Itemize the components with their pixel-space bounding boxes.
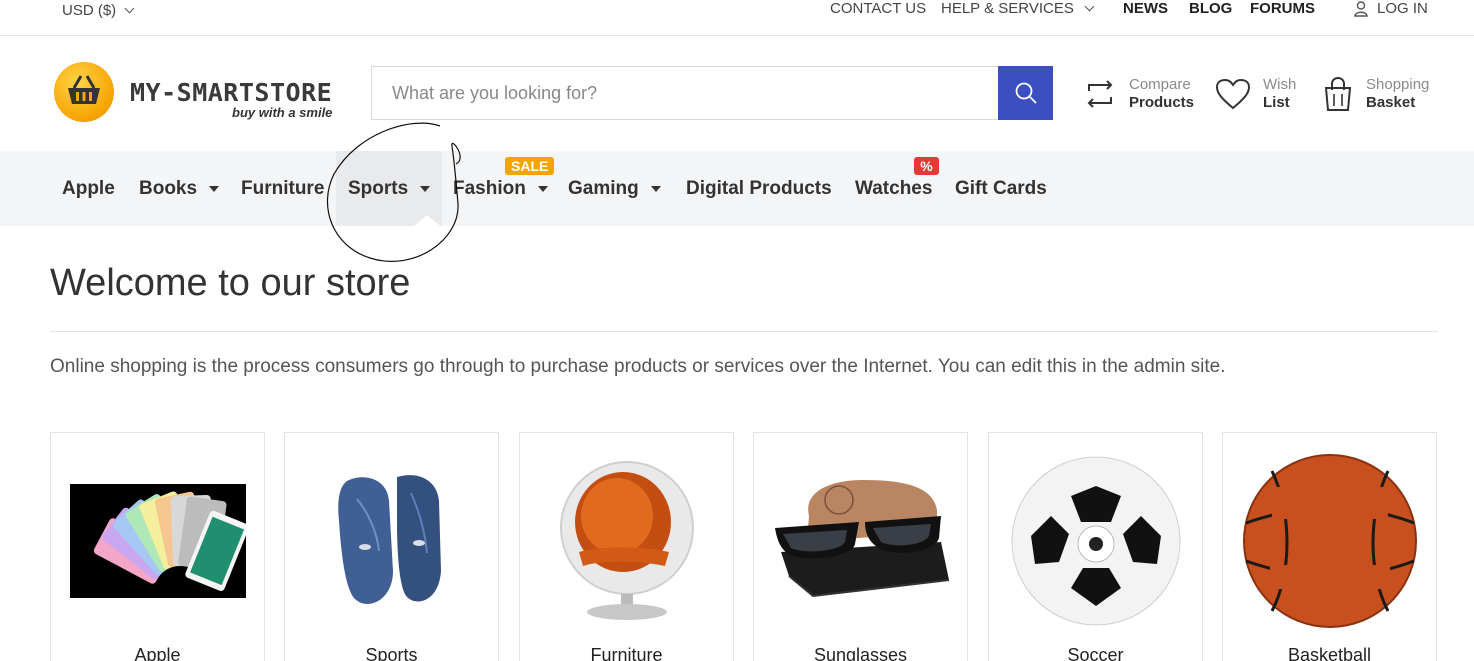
store-logo[interactable]: MY-SMARTSTORE buy with a smile — [54, 62, 354, 126]
help-services-label: HELP & SERVICES — [941, 0, 1074, 17]
search-input[interactable] — [372, 67, 999, 119]
compare-icon — [1087, 80, 1113, 108]
category-card-basketball[interactable]: Basketball — [1222, 432, 1437, 661]
logo-tagline: buy with a smile — [232, 105, 333, 120]
sneakers-image — [303, 453, 481, 628]
caret-down-icon — [650, 185, 661, 192]
search-bar — [371, 66, 1053, 120]
nav-item-gift-cards[interactable]: Gift Cards — [955, 151, 1047, 226]
wishlist-button[interactable]: Wish List — [1215, 74, 1296, 114]
intro-text: Online shopping is the process consumers… — [50, 356, 1226, 377]
category-card-furniture[interactable]: Furniture — [519, 432, 734, 661]
basketball-image — [1241, 453, 1419, 628]
nav-item-label: Gift Cards — [955, 177, 1047, 199]
wishlist-line2: List — [1263, 94, 1290, 111]
help-services-menu[interactable]: HELP & SERVICES — [941, 0, 1095, 17]
title-divider — [50, 331, 1438, 332]
chevron-down-icon — [124, 3, 135, 13]
category-label: Sports — [365, 645, 418, 661]
category-label: Sunglasses — [813, 645, 908, 661]
chevron-down-icon — [1084, 1, 1095, 12]
search-icon — [1015, 82, 1037, 104]
active-indicator — [414, 215, 440, 226]
login-label: LOG IN — [1377, 0, 1428, 17]
shopping-basket-button[interactable]: Shopping Basket — [1322, 74, 1429, 114]
basket-logo-icon — [54, 62, 114, 122]
soccer-ball-image — [1007, 453, 1185, 628]
nav-item-label: Fashion — [453, 177, 526, 199]
blog-link[interactable]: BLOG — [1189, 0, 1232, 17]
compare-line2: Products — [1129, 94, 1195, 111]
category-label: Furniture — [590, 645, 663, 661]
nav-item-label: Gaming — [568, 177, 639, 199]
sale-badge: SALE — [505, 157, 555, 175]
currency-selector[interactable]: USD ($) — [62, 0, 135, 20]
main-navigation: Apple Books Furniture Sports Fashion Gam… — [0, 151, 1474, 226]
nav-item-gaming[interactable]: Gaming — [568, 151, 661, 226]
ipad-image — [69, 453, 247, 628]
nav-item-furniture[interactable]: Furniture — [241, 151, 324, 226]
forums-link[interactable]: FORUMS — [1250, 0, 1315, 17]
nav-item-digital-products[interactable]: Digital Products — [686, 151, 832, 226]
category-card-soccer[interactable]: Soccer — [988, 432, 1203, 661]
page-title: Welcome to our store — [50, 262, 411, 304]
category-card-sunglasses[interactable]: Sunglasses — [753, 432, 968, 661]
category-card-apple[interactable]: Apple — [50, 432, 265, 661]
top-bar: USD ($) CONTACT US HELP & SERVICES NEWS … — [0, 0, 1474, 36]
nav-item-label: Furniture — [241, 177, 325, 199]
basket-line1: Shopping — [1366, 76, 1430, 93]
basket-line2: Basket — [1366, 94, 1416, 111]
nav-item-label: Books — [139, 177, 198, 199]
nav-item-label: Apple — [62, 177, 115, 199]
nav-item-label: Sports — [348, 177, 409, 199]
logo-title: MY-SMARTSTORE — [130, 78, 333, 107]
wishlist-line1: Wish — [1263, 76, 1297, 93]
search-button[interactable] — [998, 66, 1053, 120]
shopping-bag-icon — [1324, 76, 1352, 111]
category-card-sports[interactable]: Sports — [284, 432, 499, 661]
compare-line1: Compare — [1129, 76, 1191, 93]
contact-us-link[interactable]: CONTACT US — [830, 0, 926, 17]
caret-down-icon — [537, 185, 548, 192]
sunglasses-image — [772, 453, 950, 628]
heart-icon — [1215, 78, 1251, 110]
category-label: Soccer — [1067, 645, 1124, 661]
egg-chair-image — [538, 453, 716, 628]
news-link[interactable]: NEWS — [1123, 0, 1168, 17]
caret-down-icon — [420, 185, 431, 192]
nav-item-apple[interactable]: Apple — [62, 151, 115, 226]
nav-item-books[interactable]: Books — [139, 151, 220, 226]
compare-products-button[interactable]: Compare Products — [1083, 74, 1194, 114]
login-link[interactable]: LOG IN — [1354, 0, 1428, 17]
percent-badge: % — [914, 157, 939, 175]
category-label: Basketball — [1287, 645, 1372, 661]
user-icon — [1354, 0, 1368, 17]
currency-label: USD ($) — [62, 1, 117, 19]
category-label: Apple — [134, 645, 181, 661]
nav-item-label: Digital Products — [686, 177, 832, 199]
caret-down-icon — [209, 185, 220, 192]
nav-item-label: Watches — [855, 177, 933, 199]
